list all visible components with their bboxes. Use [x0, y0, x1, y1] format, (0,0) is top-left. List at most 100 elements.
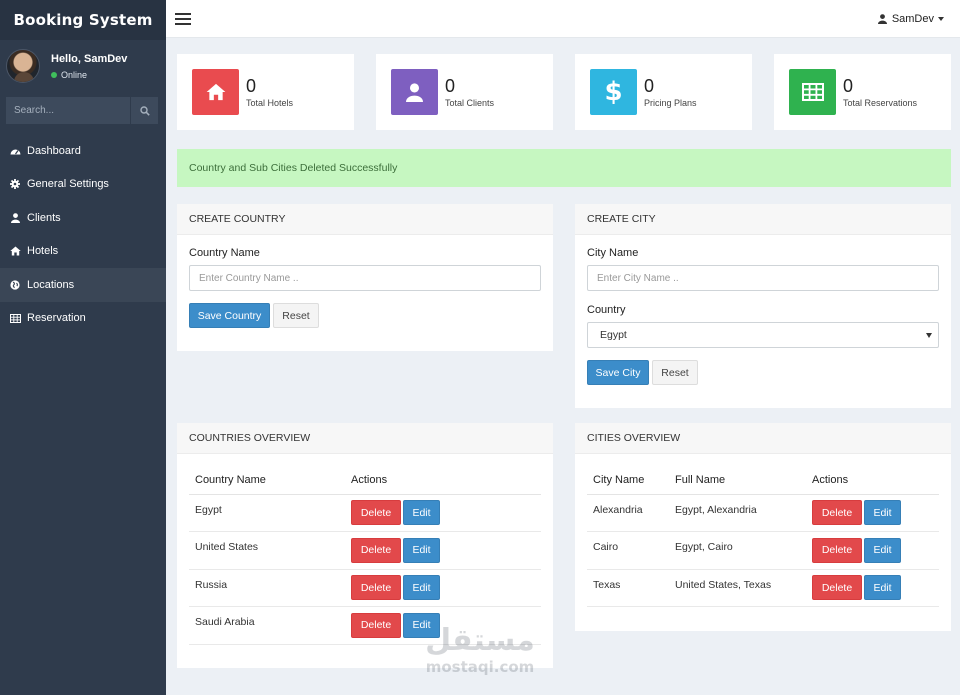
- stat-text: 0 Total Clients: [445, 76, 494, 108]
- sidebar-item-reservation[interactable]: Reservation: [0, 302, 166, 336]
- top-navbar: SamDev: [166, 0, 960, 38]
- save-country-button[interactable]: Save Country: [189, 303, 270, 328]
- city-name-input[interactable]: [587, 265, 939, 291]
- stat-label: Total Reservations: [843, 98, 918, 108]
- sidebar-item-general-settings[interactable]: General Settings: [0, 168, 166, 202]
- search-button[interactable]: [130, 97, 158, 124]
- stat-label: Total Clients: [445, 98, 495, 108]
- table-row: Egypt Delete Edit: [189, 494, 541, 532]
- reset-button[interactable]: Reset: [652, 360, 698, 385]
- panel-body: City Name Country Egypt Save City Reset: [575, 235, 951, 385]
- city-name-label: City Name: [587, 247, 639, 259]
- actions-cell: Delete Edit: [345, 569, 541, 607]
- column-header: Full Name: [669, 467, 806, 495]
- actions-cell: Delete Edit: [345, 531, 541, 570]
- delete-button[interactable]: Delete: [351, 575, 401, 601]
- avatar: [6, 49, 40, 83]
- edit-button[interactable]: Edit: [403, 575, 440, 601]
- user-status: Online: [51, 70, 127, 80]
- edit-button[interactable]: Edit: [403, 537, 440, 563]
- sidebar-item-label: General Settings: [27, 178, 109, 191]
- table-header-row: Country Name Actions: [189, 467, 541, 495]
- cities-overview-panel: CITIES OVERVIEW City Name Full Name Acti…: [575, 423, 951, 631]
- success-alert: Country and Sub Cities Deleted Successfu…: [177, 149, 951, 187]
- column-header: Actions: [806, 467, 939, 495]
- watermark-arabic: مستقل: [425, 623, 535, 658]
- hamburger-menu-icon[interactable]: [175, 12, 191, 25]
- sidebar-search: [6, 97, 158, 124]
- table-row: Russia Delete Edit: [189, 569, 541, 607]
- search-input[interactable]: [6, 97, 130, 124]
- stat-text: 0 Total Reservations: [843, 76, 917, 108]
- country-select-label: Country: [587, 304, 626, 316]
- button-row: Save Country Reset: [189, 303, 541, 328]
- stat-box-total-reservations: 0 Total Reservations: [774, 54, 951, 130]
- country-name-cell: United States: [189, 531, 345, 570]
- country-name-cell: Saudi Arabia: [189, 606, 345, 645]
- country-name-cell: Russia: [189, 569, 345, 607]
- search-icon: [139, 105, 150, 116]
- chevron-down-icon: [926, 332, 932, 338]
- stat-text: 0 Total Hotels: [246, 76, 293, 108]
- sidebar-item-locations[interactable]: Locations: [0, 268, 166, 302]
- column-header: City Name: [587, 467, 669, 495]
- brand-title[interactable]: Booking System: [0, 0, 166, 40]
- delete-button[interactable]: Delete: [812, 537, 862, 563]
- table-row: United States Delete Edit: [189, 531, 541, 570]
- stat-box-total-hotels: 0 Total Hotels: [177, 54, 354, 130]
- stat-label: Pricing Plans: [644, 98, 697, 108]
- country-select[interactable]: Egypt: [587, 322, 939, 348]
- cities-table: City Name Full Name Actions Alexandria E…: [587, 467, 939, 607]
- stat-icon-box: [789, 69, 836, 115]
- panel-body: Country Name Save Country Reset: [177, 235, 553, 328]
- stat-value: 0: [445, 76, 456, 96]
- panel-title: CREATE COUNTRY: [177, 204, 553, 235]
- delete-button[interactable]: Delete: [812, 500, 862, 526]
- sidebar-item-label: Clients: [27, 211, 61, 224]
- stat-label: Total Hotels: [246, 98, 294, 108]
- home-icon: [9, 245, 21, 257]
- delete-button[interactable]: Delete: [351, 612, 401, 638]
- delete-button[interactable]: Delete: [812, 575, 862, 601]
- stat-icon-box: [391, 69, 438, 115]
- edit-button[interactable]: Edit: [864, 537, 901, 563]
- table-header-row: City Name Full Name Actions: [587, 467, 939, 495]
- edit-button[interactable]: Edit: [403, 500, 440, 526]
- user-menu-dropdown[interactable]: SamDev: [877, 12, 944, 25]
- dashboard-icon: [9, 145, 21, 157]
- user-icon: [877, 13, 887, 24]
- city-name-cell: Alexandria: [587, 494, 669, 532]
- stat-value: 0: [843, 76, 854, 96]
- actions-cell: Delete Edit: [806, 569, 939, 607]
- gear-icon: [9, 178, 21, 190]
- user-info: Hello, SamDev Online: [51, 53, 127, 80]
- table-icon: [801, 83, 824, 101]
- user-menu-label: SamDev: [891, 12, 934, 25]
- edit-button[interactable]: Edit: [864, 500, 901, 526]
- country-name-label: Country Name: [189, 247, 260, 259]
- actions-cell: Delete Edit: [806, 531, 939, 570]
- sidebar-item-clients[interactable]: Clients: [0, 201, 166, 235]
- sidebar-item-hotels[interactable]: Hotels: [0, 235, 166, 269]
- sidebar-menu: Dashboard General Settings Clients Hotel…: [0, 134, 166, 335]
- sidebar-item-label: Reservation: [27, 312, 86, 325]
- user-greeting: Hello, SamDev: [51, 52, 128, 65]
- stat-icon-box: $: [590, 69, 637, 115]
- city-full-name-cell: United States, Texas: [669, 569, 806, 607]
- country-name-input[interactable]: [189, 265, 541, 291]
- online-dot-icon: [51, 71, 57, 78]
- column-header: Actions: [345, 467, 541, 495]
- country-name-cell: Egypt: [189, 494, 345, 532]
- sidebar-item-dashboard[interactable]: Dashboard: [0, 134, 166, 168]
- chevron-down-icon: [938, 16, 944, 21]
- delete-button[interactable]: Delete: [351, 537, 401, 563]
- countries-table: Country Name Actions Egypt Delete Edit U…: [189, 467, 541, 645]
- save-city-button[interactable]: Save City: [587, 360, 649, 385]
- watermark: مستقل mostaqi.com: [422, 624, 538, 682]
- panel-title: CITIES OVERVIEW: [575, 423, 951, 454]
- home-icon: [206, 83, 225, 101]
- reset-button[interactable]: Reset: [273, 303, 319, 328]
- create-city-panel: CREATE CITY City Name Country Egypt Save…: [575, 204, 951, 408]
- delete-button[interactable]: Delete: [351, 500, 401, 526]
- edit-button[interactable]: Edit: [864, 575, 901, 601]
